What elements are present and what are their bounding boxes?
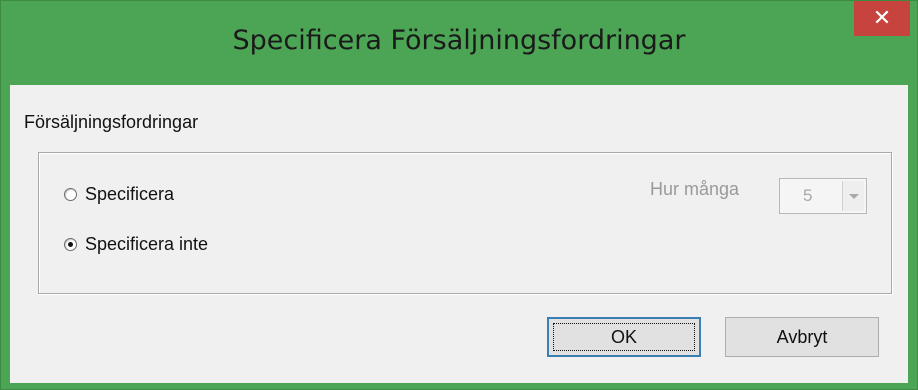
close-button[interactable]: ✕ bbox=[854, 1, 910, 36]
radio-button-icon[interactable] bbox=[64, 188, 77, 201]
section-label: Försäljningsfordringar bbox=[24, 112, 199, 132]
radio-specificera-inte[interactable]: Specificera inte bbox=[64, 234, 208, 255]
dialog-client-area: Försäljningsfordringar Specificera Speci… bbox=[10, 85, 908, 383]
radio-label: Specificera bbox=[85, 184, 175, 204]
radio-button-checked-icon[interactable] bbox=[64, 238, 77, 251]
options-groupbox bbox=[38, 152, 892, 294]
cancel-button[interactable]: Avbryt bbox=[725, 317, 879, 357]
dialog-window: Specificera Försäljningsfordringar ✕ För… bbox=[0, 0, 918, 390]
how-many-combobox[interactable]: 5 bbox=[779, 178, 867, 214]
ok-button-label: OK bbox=[610, 326, 637, 347]
chevron-down-icon bbox=[848, 193, 859, 199]
ok-button[interactable]: OK bbox=[547, 317, 701, 357]
radio-specificera[interactable]: Specificera bbox=[64, 184, 174, 205]
close-icon: ✕ bbox=[872, 6, 892, 31]
window-title: Specificera Försäljningsfordringar bbox=[232, 25, 686, 56]
title-bar[interactable]: Specificera Försäljningsfordringar ✕ bbox=[1, 1, 917, 85]
cancel-button-label: Avbryt bbox=[776, 326, 828, 347]
dropdown-arrow-button[interactable] bbox=[842, 181, 864, 211]
radio-label: Specificera inte bbox=[85, 234, 209, 254]
how-many-label: Hur många bbox=[650, 179, 740, 199]
combobox-value: 5 bbox=[803, 186, 813, 205]
